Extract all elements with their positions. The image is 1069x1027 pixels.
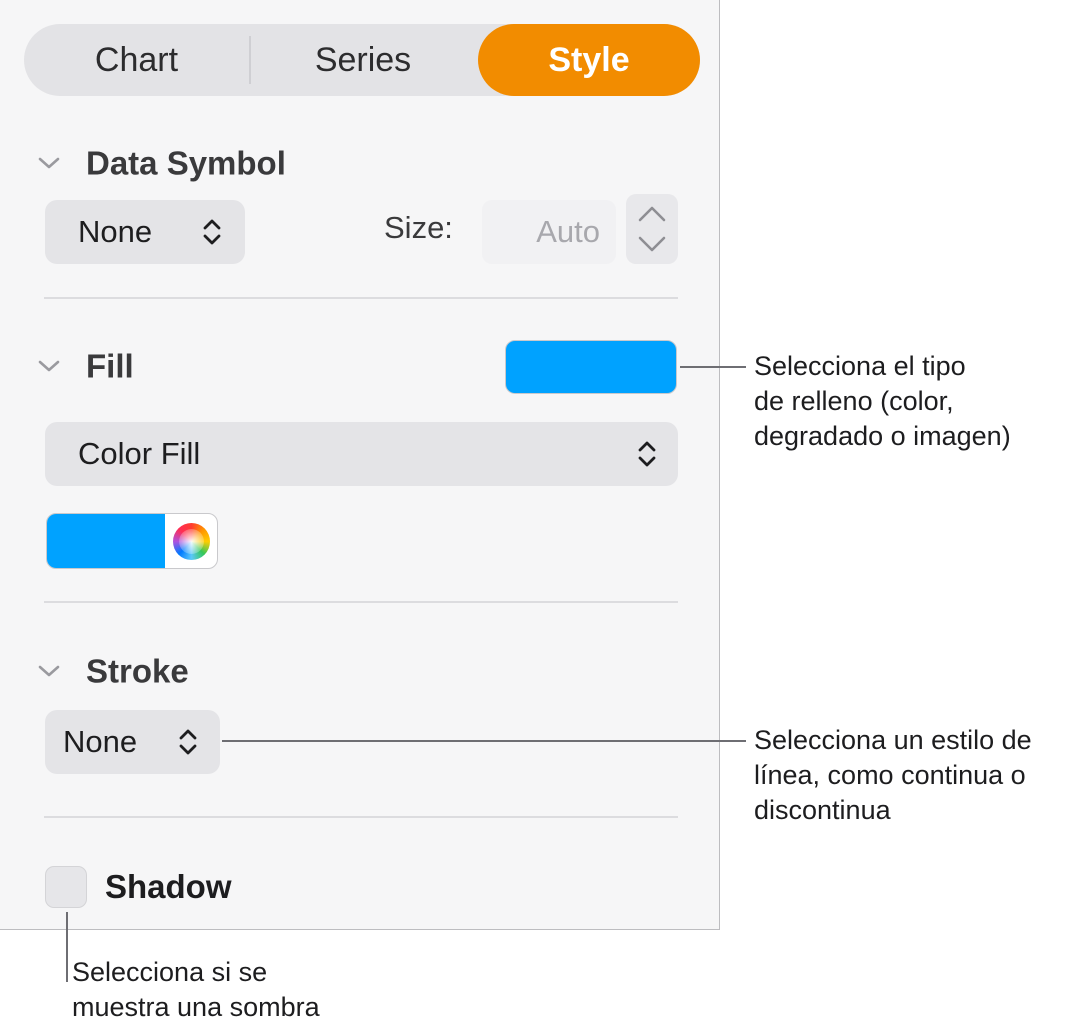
callout-line: de relleno (color, [754,386,954,416]
callout-line: línea, como continua o [754,760,1026,790]
shadow-label[interactable]: Shadow [105,868,232,906]
size-field[interactable]: Auto [482,200,616,264]
fill-callout: Selecciona el tipo de relleno (color, de… [754,349,1011,454]
stroke-popup[interactable]: None [45,710,220,774]
color-wheel-icon[interactable] [173,523,210,560]
format-sidebar: Chart Series Style Data Symbol None Size… [0,0,720,930]
up-down-arrows-icon [179,729,197,755]
chevron-down-icon[interactable] [38,359,60,373]
up-down-arrows-icon [638,441,656,467]
tab-series[interactable]: Series [250,24,476,96]
size-stepper[interactable] [626,194,678,264]
chevron-down-icon[interactable] [38,664,60,678]
up-down-arrows-icon [203,219,221,245]
color-well-swatch[interactable] [47,514,165,568]
fill-color-swatch[interactable] [505,340,677,394]
fill-callout-line [680,366,746,368]
stepper-down-icon[interactable] [636,230,668,260]
callout-line: discontinua [754,795,891,825]
shadow-checkbox[interactable] [45,866,87,908]
callout-line: muestra una sombra [72,992,320,1022]
stroke-callout: Selecciona un estilo de línea, como cont… [754,723,1032,828]
fill-type-popup[interactable]: Color Fill [45,422,678,486]
section-divider [44,601,678,603]
callout-line: Selecciona el tipo [754,351,966,381]
stroke-value: None [63,724,138,759]
shadow-callout: Selecciona si se muestra una sombra [72,955,320,1025]
tab-style[interactable]: Style [478,24,700,96]
data-symbol-value: None [78,214,153,249]
fill-header[interactable]: Fill [38,345,134,385]
callout-line: Selecciona si se [72,957,268,987]
chevron-down-icon[interactable] [38,156,60,170]
callout-line: degradado o imagen) [754,421,1011,451]
stepper-up-icon[interactable] [636,198,668,228]
section-divider [44,816,678,818]
size-label: Size: [384,210,453,245]
data-symbol-popup[interactable]: None [45,200,245,264]
data-symbol-title: Data Symbol [86,144,286,182]
tab-chart[interactable]: Chart [24,24,249,96]
callout-line: Selecciona un estilo de [754,725,1032,755]
fill-title: Fill [86,347,134,385]
data-symbol-header[interactable]: Data Symbol [38,142,286,182]
shadow-callout-line [66,912,68,982]
color-well [46,513,218,569]
fill-type-value: Color Fill [78,436,201,471]
inspector-tab-bar: Chart Series Style [24,24,700,96]
stroke-header[interactable]: Stroke [38,650,189,690]
stroke-title: Stroke [86,652,189,690]
stroke-callout-line [222,740,746,742]
section-divider [44,297,678,299]
